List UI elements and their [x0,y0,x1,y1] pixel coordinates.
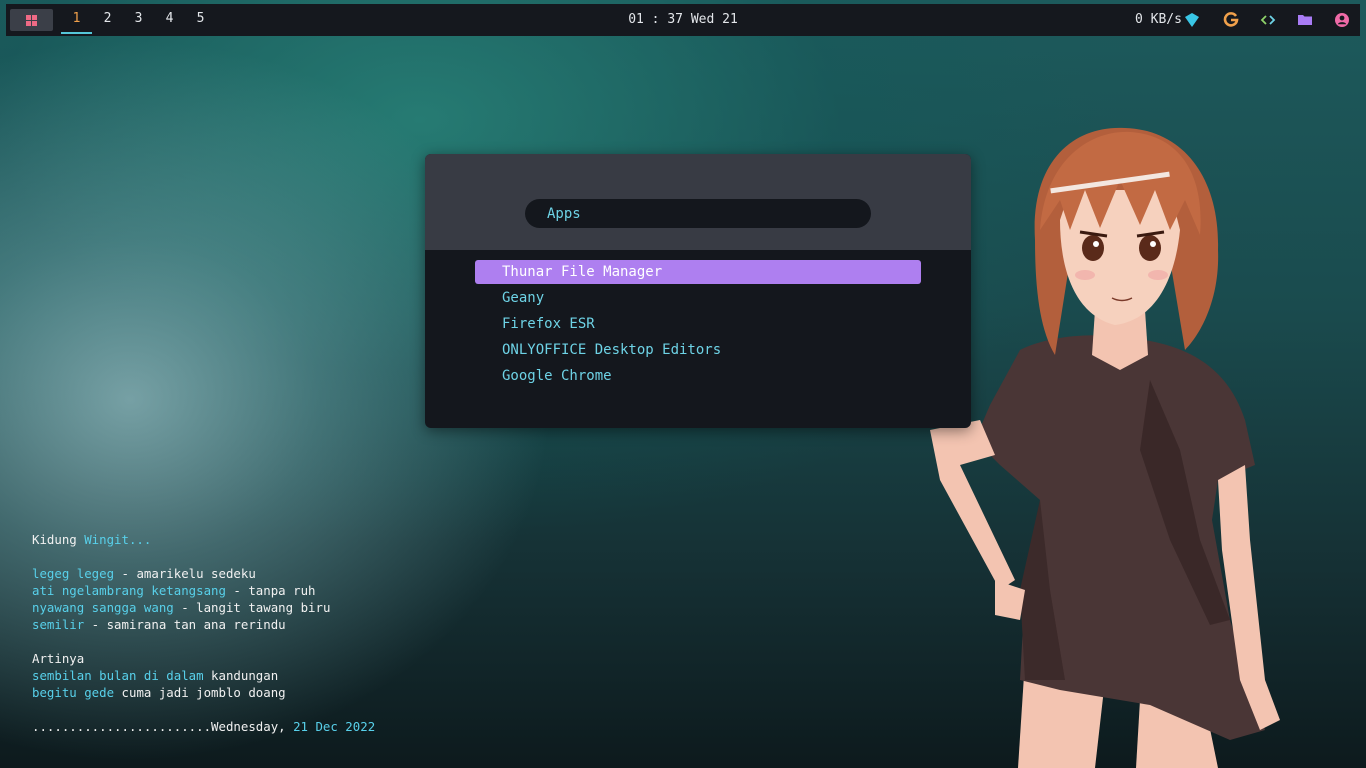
app-list: Thunar File Manager Geany Firefox ESR ON… [475,260,921,390]
user-icon[interactable] [1334,12,1350,28]
search-prompt-label: Apps [547,206,581,222]
google-icon[interactable] [1223,12,1239,28]
app-item-firefox[interactable]: Firefox ESR [475,312,921,336]
date-line: ........................Wednesday, 21 De… [32,719,376,734]
lyrics-line: semilir - samirana tan ana rerindu [32,617,286,632]
launcher-header: Apps [425,154,971,250]
app-item-onlyoffice[interactable]: ONLYOFFICE Desktop Editors [475,338,921,362]
app-item-chrome[interactable]: Google Chrome [475,364,921,388]
app-item-thunar[interactable]: Thunar File Manager [475,260,921,284]
wifi-icon[interactable] [1184,12,1200,28]
lyrics-title: Kidung Wingit... [32,532,152,547]
meaning-line: begitu gede cuma jadi jomblo doang [32,685,286,700]
artinya-heading: Artinya [32,651,85,666]
lyrics-line: nyawang sangga wang - langit tawang biru [32,600,331,615]
desktop: 1 2 3 4 5 01 : 37 Wed 21 0 KB/s Apps Thu… [0,0,1366,768]
lyrics-line: ati ngelambrang ketangsang - tanpa ruh [32,583,316,598]
folder-icon[interactable] [1297,12,1313,28]
app-item-geany[interactable]: Geany [475,286,921,310]
code-icon[interactable] [1260,12,1276,28]
top-panel: 1 2 3 4 5 01 : 37 Wed 21 0 KB/s [6,4,1360,36]
conky-lyrics-widget: Kidung Wingit... legeg legeg - amarikelu… [32,531,375,735]
network-speed: 0 KB/s [1135,12,1182,27]
lyrics-line: legeg legeg - amarikelu sedeku [32,566,256,581]
app-launcher: Apps Thunar File Manager Geany Firefox E… [425,154,971,428]
meaning-line: sembilan bulan di dalam kandungan [32,668,279,683]
launcher-search-input[interactable]: Apps [525,199,871,228]
